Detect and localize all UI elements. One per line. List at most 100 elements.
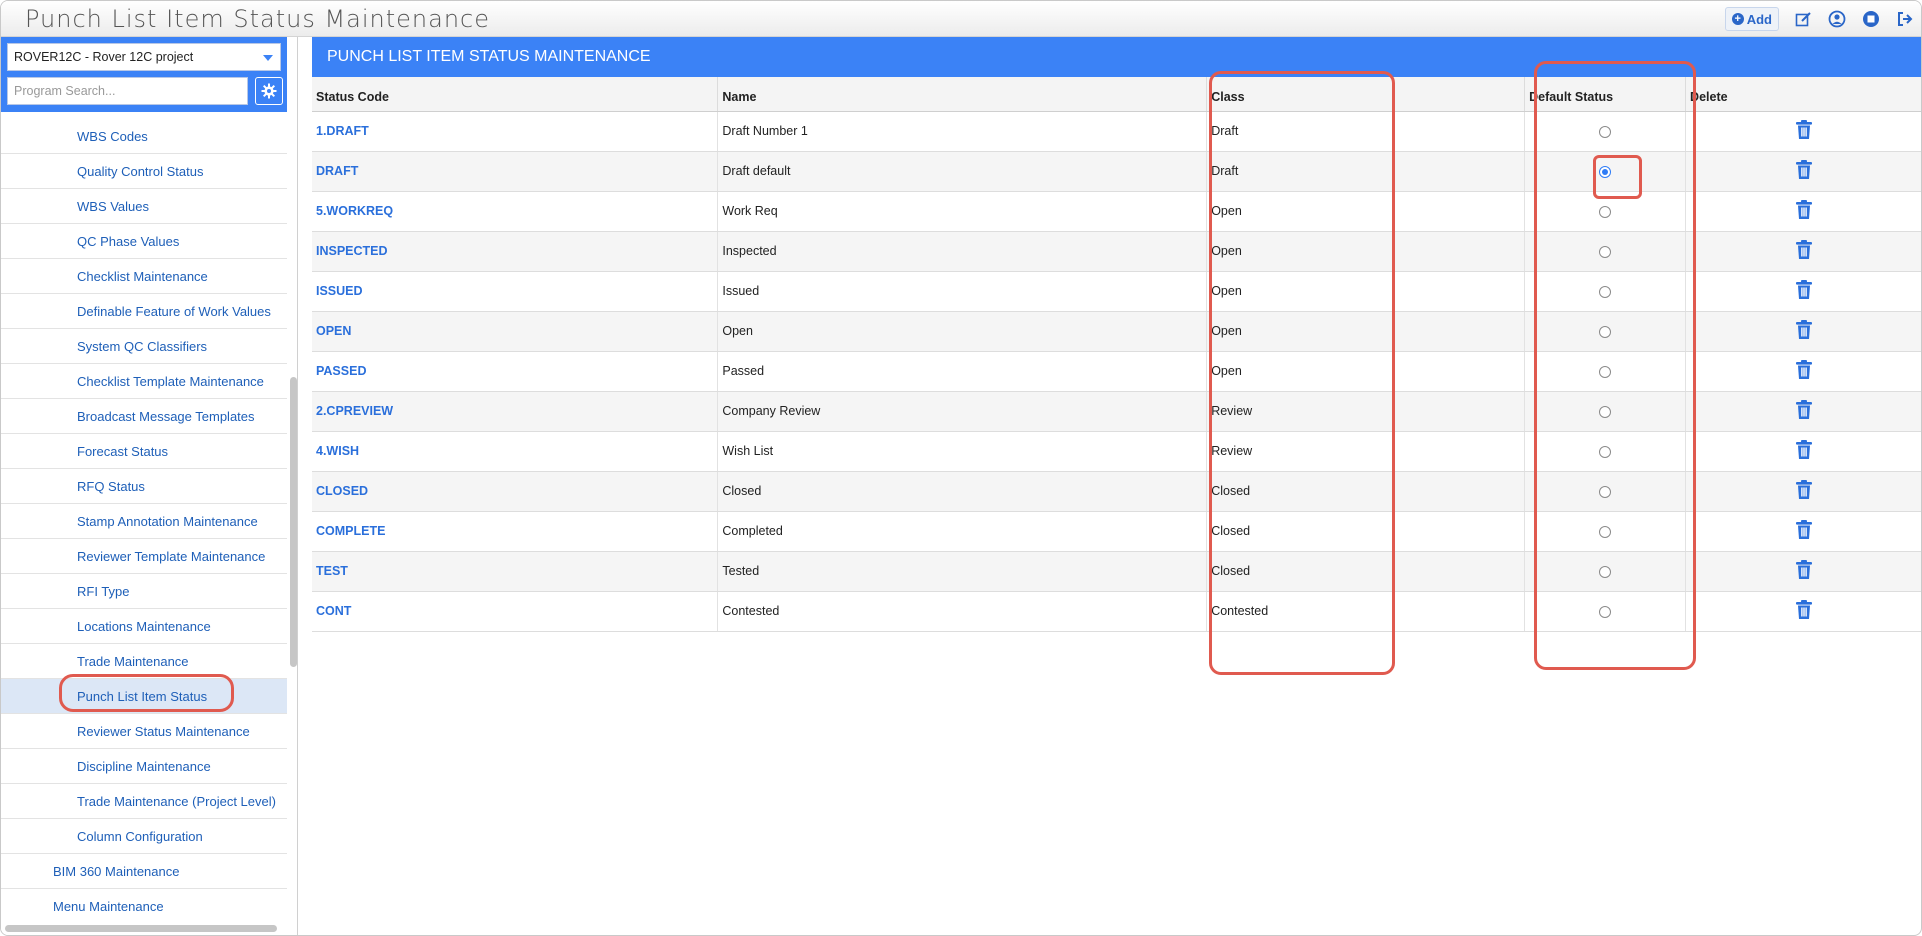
sidebar-item[interactable]: Trade Maintenance (1, 644, 287, 679)
plus-circle-icon: + (1731, 13, 1744, 25)
trash-icon[interactable] (1795, 199, 1813, 223)
trash-icon[interactable] (1795, 279, 1813, 303)
sidebar-item[interactable]: BIM 360 Maintenance (1, 854, 287, 889)
search-settings-button[interactable] (255, 77, 283, 105)
app-window: Punch List Item Status Maintenance + Add (0, 0, 1922, 936)
sidebar-top: ROVER12C - Rover 12C project (1, 37, 287, 112)
default-status-radio[interactable] (1599, 285, 1612, 298)
status-class-cell: Review (1206, 431, 1526, 472)
default-status-radio[interactable] (1599, 485, 1612, 498)
sidebar-item[interactable]: Stamp Annotation Maintenance (1, 504, 287, 539)
trash-icon[interactable] (1795, 159, 1813, 183)
status-code-link[interactable]: 5.WORKREQ (312, 191, 719, 232)
delete-cell (1685, 471, 1921, 512)
status-class-cell: Closed (1206, 551, 1526, 592)
default-status-cell (1524, 551, 1687, 592)
default-status-radio[interactable] (1599, 445, 1612, 458)
default-status-radio[interactable] (1599, 405, 1612, 418)
sidebar-item[interactable]: Menu Maintenance (1, 889, 287, 919)
sidebar-item[interactable]: System QC Classifiers (1, 329, 287, 364)
table-row: INSPECTED Inspected Open (312, 231, 1921, 272)
delete-cell (1685, 311, 1921, 352)
default-status-radio[interactable] (1599, 605, 1612, 618)
default-status-radio[interactable] (1599, 125, 1612, 138)
trash-icon[interactable] (1795, 319, 1813, 343)
column-header-default-status[interactable]: Default Status (1524, 77, 1687, 112)
trash-icon[interactable] (1795, 479, 1813, 503)
edit-icon[interactable] (1793, 9, 1813, 29)
status-code-link[interactable]: ISSUED (312, 271, 719, 312)
sidebar-item[interactable]: Forecast Status (1, 434, 287, 469)
sidebar-item[interactable]: WBS Codes (1, 119, 287, 154)
sidebar-item[interactable]: WBS Values (1, 189, 287, 224)
status-code-link[interactable]: 1.DRAFT (312, 111, 719, 152)
default-status-radio[interactable] (1599, 205, 1612, 218)
status-code-link[interactable]: INSPECTED (312, 231, 719, 272)
default-status-radio[interactable] (1599, 325, 1612, 338)
default-status-radio[interactable] (1599, 525, 1612, 538)
status-class-cell: Open (1206, 351, 1526, 392)
trash-icon[interactable] (1795, 439, 1813, 463)
status-code-link[interactable]: TEST (312, 551, 719, 592)
table-row: 1.DRAFT Draft Number 1 Draft (312, 111, 1921, 152)
sidebar-item[interactable]: Trade Maintenance (Project Level) (1, 784, 287, 819)
default-status-radio[interactable] (1599, 165, 1612, 178)
sidebar-scrollbar-horizontal[interactable] (5, 925, 277, 932)
sidebar-item[interactable]: Discipline Maintenance (1, 749, 287, 784)
program-search-input[interactable] (7, 77, 248, 105)
default-status-radio[interactable] (1599, 565, 1612, 578)
status-code-link[interactable]: 4.WISH (312, 431, 719, 472)
stop-icon[interactable] (1861, 9, 1881, 29)
status-code-link[interactable]: CONT (312, 591, 719, 632)
sidebar-item[interactable]: Punch List Item Status (1, 679, 287, 714)
status-table: Status Code Name Class Default Status De… (312, 77, 1921, 632)
trash-icon[interactable] (1795, 239, 1813, 263)
sidebar-item[interactable]: Column Configuration (1, 819, 287, 854)
default-status-cell (1524, 591, 1687, 632)
sidebar-item[interactable]: RFI Type (1, 574, 287, 609)
trash-icon[interactable] (1795, 119, 1813, 143)
status-code-link[interactable]: 2.CPREVIEW (312, 391, 719, 432)
trash-icon[interactable] (1795, 399, 1813, 423)
add-button[interactable]: + Add (1724, 7, 1779, 31)
trash-icon[interactable] (1795, 359, 1813, 383)
sidebar-item[interactable]: Definable Feature of Work Values (1, 294, 287, 329)
trash-icon[interactable] (1795, 599, 1813, 623)
status-class-cell: Contested (1206, 591, 1526, 632)
trash-icon[interactable] (1795, 519, 1813, 543)
sidebar-item[interactable]: Checklist Template Maintenance (1, 364, 287, 399)
column-header-name[interactable]: Name (717, 77, 1208, 112)
user-icon[interactable] (1827, 9, 1847, 29)
sidebar-item[interactable]: Quality Control Status (1, 154, 287, 189)
status-code-link[interactable]: OPEN (312, 311, 719, 352)
table-row: 2.CPREVIEW Company Review Review (312, 391, 1921, 432)
status-class-cell: Open (1206, 191, 1526, 232)
sidebar-scrollbar-vertical[interactable] (290, 377, 297, 667)
sidebar-item[interactable]: RFQ Status (1, 469, 287, 504)
sidebar-item[interactable]: Broadcast Message Templates (1, 399, 287, 434)
sidebar-item[interactable]: Reviewer Status Maintenance (1, 714, 287, 749)
status-name-cell: Tested (717, 551, 1208, 592)
column-header-class[interactable]: Class (1206, 77, 1526, 112)
sidebar-nav: WBS Codes Quality Control Status WBS Value… (1, 119, 287, 919)
trash-icon[interactable] (1795, 559, 1813, 583)
header-actions: + Add (1724, 7, 1915, 31)
status-code-link[interactable]: PASSED (312, 351, 719, 392)
default-status-cell (1524, 511, 1687, 552)
status-code-link[interactable]: DRAFT (312, 151, 719, 192)
logout-icon[interactable] (1895, 9, 1915, 29)
sidebar-item[interactable]: Reviewer Template Maintenance (1, 539, 287, 574)
sidebar-item[interactable]: QC Phase Values (1, 224, 287, 259)
status-class-cell: Draft (1206, 151, 1526, 192)
sidebar-item[interactable]: Locations Maintenance (1, 609, 287, 644)
project-select-value: ROVER12C - Rover 12C project (14, 50, 194, 64)
status-code-link[interactable]: COMPLETE (312, 511, 719, 552)
column-header-status-code[interactable]: Status Code (312, 77, 719, 112)
default-status-radio[interactable] (1599, 365, 1612, 378)
sidebar-item[interactable]: Checklist Maintenance (1, 259, 287, 294)
delete-cell (1685, 231, 1921, 272)
project-select[interactable]: ROVER12C - Rover 12C project (7, 43, 281, 71)
default-status-radio[interactable] (1599, 245, 1612, 258)
status-class-cell: Open (1206, 271, 1526, 312)
status-code-link[interactable]: CLOSED (312, 471, 719, 512)
